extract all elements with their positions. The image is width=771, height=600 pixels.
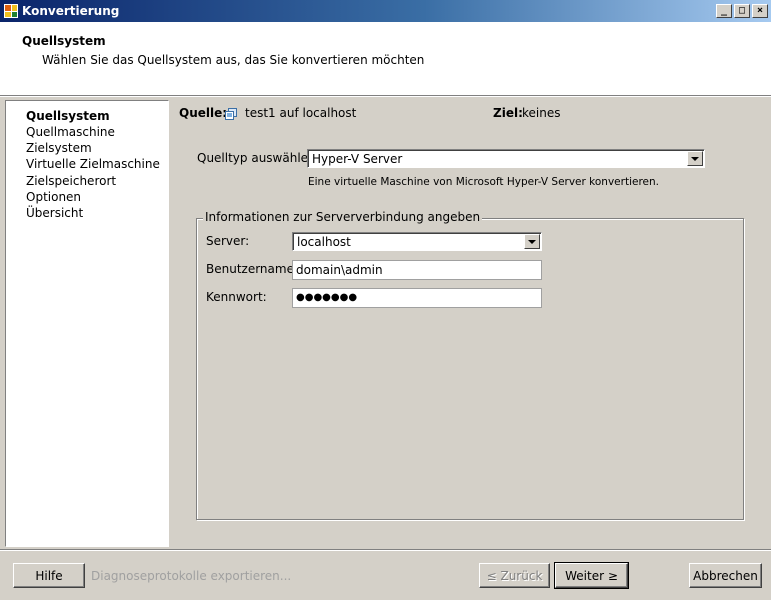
target-value: keines: [522, 106, 561, 120]
virtual-machine-icon: [225, 108, 237, 120]
next-button[interactable]: Weiter ≥: [554, 562, 629, 589]
page-subtitle: Wählen Sie das Quellsystem aus, das Sie …: [42, 53, 425, 67]
source-type-description: Eine virtuelle Maschine von Microsoft Hy…: [308, 176, 659, 188]
chevron-down-icon[interactable]: [687, 151, 703, 166]
maximize-button[interactable]: □: [734, 4, 750, 18]
back-button[interactable]: ≤ Zurück: [479, 563, 550, 588]
nav-item-quellsystem[interactable]: Quellsystem: [26, 109, 110, 123]
target-label: Ziel:: [493, 106, 523, 120]
nav-item-quellmaschine[interactable]: Quellmaschine: [26, 125, 115, 139]
server-select[interactable]: localhost: [292, 232, 542, 251]
source-type-value: Hyper-V Server: [312, 152, 403, 166]
title-bar: Konvertierung _ □ ×: [0, 0, 771, 22]
export-diagnostic-logs-link[interactable]: Diagnoseprotokolle exportieren...: [91, 569, 291, 583]
nav-item-virtuelle-zielmaschine[interactable]: Virtuelle Zielmaschine: [26, 157, 160, 171]
footer-divider: [0, 549, 771, 551]
password-value: ●●●●●●●: [296, 292, 358, 303]
chevron-down-icon[interactable]: [524, 234, 540, 249]
source-type-select[interactable]: Hyper-V Server: [307, 149, 705, 168]
password-field[interactable]: ●●●●●●●: [292, 288, 542, 308]
wizard-header: Quellsystem Wählen Sie das Quellsystem a…: [0, 22, 771, 96]
nav-item-optionen[interactable]: Optionen: [26, 190, 81, 204]
minimize-button[interactable]: _: [716, 4, 732, 18]
username-label: Benutzername:: [206, 262, 299, 276]
server-value: localhost: [297, 235, 351, 249]
source-label: Quelle:: [179, 106, 228, 120]
nav-item-zielsystem[interactable]: Zielsystem: [26, 141, 92, 155]
wizard-steps-nav: Quellsystem Quellmaschine Zielsystem Vir…: [5, 100, 169, 547]
username-value: domain\admin: [296, 263, 383, 277]
server-connection-legend: Informationen zur Serververbindung angeb…: [203, 210, 483, 224]
window-title: Konvertierung: [22, 4, 120, 18]
close-button[interactable]: ×: [752, 4, 768, 18]
cancel-button[interactable]: Abbrechen: [689, 563, 762, 588]
source-value: test1 auf localhost: [245, 106, 357, 120]
converter-app-icon: [4, 4, 18, 18]
nav-item-zielspeicherort[interactable]: Zielspeicherort: [26, 174, 116, 188]
page-title: Quellsystem: [22, 34, 106, 48]
help-button[interactable]: Hilfe: [13, 563, 85, 588]
nav-item-uebersicht[interactable]: Übersicht: [26, 206, 83, 220]
username-field[interactable]: domain\admin: [292, 260, 542, 280]
server-label: Server:: [206, 234, 250, 248]
source-type-label: Quelltyp auswählen:: [197, 151, 320, 165]
password-label: Kennwort:: [206, 290, 267, 304]
